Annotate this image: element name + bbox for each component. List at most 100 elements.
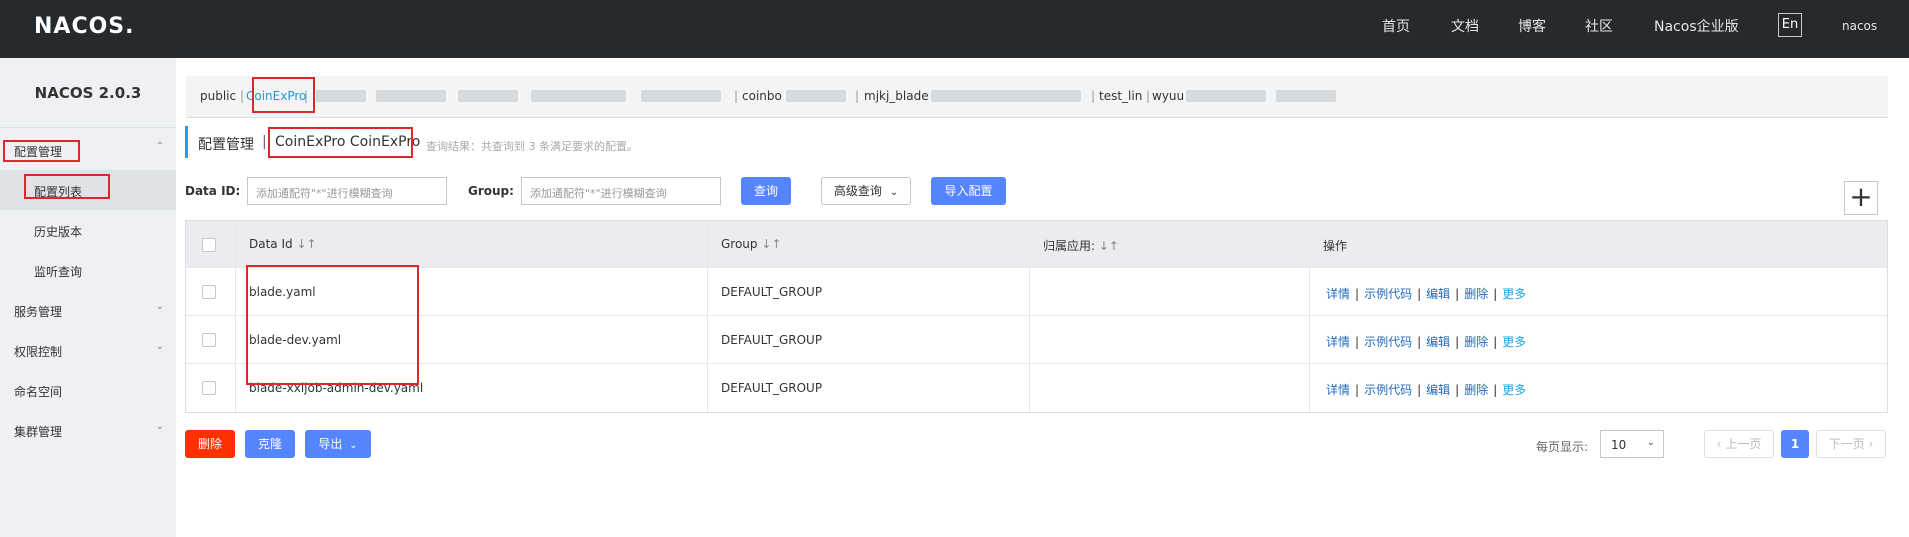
sidebar-item-label: 命名空间 — [14, 385, 63, 399]
sidebar-item-label: 集群管理 — [14, 425, 63, 439]
namespace-separator: | — [240, 89, 245, 103]
group-label: Group: — [468, 184, 514, 198]
detail-link[interactable]: 详情 — [1326, 335, 1350, 349]
sort-icon[interactable]: ↓↑ — [1099, 239, 1119, 253]
edit-link[interactable]: 编辑 — [1426, 383, 1450, 397]
namespace-mjkj-blade[interactable]: mjkj_blade — [864, 89, 929, 103]
edit-link[interactable]: 编辑 — [1426, 335, 1450, 349]
delete-link[interactable]: 删除 — [1464, 287, 1488, 301]
sort-icon[interactable]: ↓↑ — [761, 237, 781, 251]
cell-data-id: blade-dev.yaml — [249, 333, 342, 347]
chevron-down-icon: ⌄ — [889, 187, 899, 198]
namespace-coinexpro[interactable]: CoinExPro — [246, 89, 306, 103]
header-label: Data Id — [249, 237, 293, 251]
sidebar-item-service-management[interactable]: 服务管理 ⌄ — [0, 290, 176, 330]
sample-code-link[interactable]: 示例代码 — [1364, 335, 1412, 349]
select-all-checkbox[interactable] — [202, 238, 216, 252]
blurred-namespace[interactable] — [316, 90, 366, 102]
table-row: blade-dev.yaml DEFAULT_GROUP 详情 | 示例代码 | 编辑 |… — [186, 316, 1887, 364]
more-link[interactable]: 更多 — [1502, 287, 1526, 301]
namespace-separator: | — [734, 89, 739, 103]
add-config-button[interactable]: + — [1844, 181, 1878, 215]
import-config-button[interactable]: 导入配置 — [931, 177, 1006, 205]
blurred-namespace[interactable] — [786, 90, 846, 102]
sample-code-link[interactable]: 示例代码 — [1364, 287, 1412, 301]
page-title: 配置管理 — [198, 137, 254, 153]
blurred-namespace[interactable] — [931, 90, 1081, 102]
group-input[interactable]: 添加通配符"*"进行模糊查询 — [521, 177, 721, 205]
sidebar-item-history[interactable]: 历史版本 — [0, 210, 176, 250]
namespace-bar: public | CoinExPro | | coinbo | mjkj_bla… — [186, 76, 1888, 118]
top-navbar: NACOS. 首页 文档 博客 社区 Nacos企业版 En nacos — [0, 0, 1909, 58]
row-checkbox[interactable] — [202, 381, 216, 395]
edit-link[interactable]: 编辑 — [1426, 287, 1450, 301]
export-label: 导出 — [318, 437, 343, 451]
sidebar-item-label: 服务管理 — [14, 305, 63, 319]
advanced-query-button[interactable]: 高级查询 ⌄ — [821, 177, 911, 205]
detail-link[interactable]: 详情 — [1326, 287, 1350, 301]
query-button[interactable]: 查询 — [741, 177, 791, 205]
sidebar-item-label: 监听查询 — [34, 265, 83, 279]
cell-data-id: blade.yaml — [249, 285, 316, 299]
blurred-namespace[interactable] — [641, 90, 721, 102]
nacos-logo[interactable]: NACOS. — [34, 14, 135, 39]
header-group[interactable]: Group ↓↑ — [721, 237, 781, 251]
config-table: Data Id ↓↑ Group ↓↑ 归属应用: ↓↑ 操作 blade.ya… — [185, 220, 1888, 413]
nav-enterprise[interactable]: Nacos企业版 — [1654, 16, 1739, 36]
namespace-coinbo[interactable]: coinbo — [742, 89, 782, 103]
sidebar-item-namespace[interactable]: 命名空间 — [0, 370, 176, 410]
sidebar-item-config-management[interactable]: 配置管理 ⌃ — [0, 130, 176, 170]
cell-data-id: blade-xxljob-admin-dev.yaml — [249, 381, 424, 395]
delete-link[interactable]: 删除 — [1464, 383, 1488, 397]
chevron-up-icon: ⌃ — [155, 141, 164, 152]
row-actions: 详情 | 示例代码 | 编辑 | 删除 | 更多 — [1326, 383, 1527, 397]
more-link[interactable]: 更多 — [1502, 335, 1526, 349]
nav-docs[interactable]: 文档 — [1451, 16, 1479, 36]
next-page-button[interactable]: 下一页 › — [1816, 430, 1886, 458]
chevron-down-icon: ⌄ — [1646, 437, 1655, 448]
sidebar-item-listener-query[interactable]: 监听查询 — [0, 250, 176, 290]
clone-button[interactable]: 克隆 — [245, 430, 295, 458]
sample-code-link[interactable]: 示例代码 — [1364, 383, 1412, 397]
batch-delete-button[interactable]: 删除 — [185, 430, 235, 458]
more-link[interactable]: 更多 — [1502, 383, 1526, 397]
row-checkbox[interactable] — [202, 285, 216, 299]
sidebar-item-access-control[interactable]: 权限控制 ⌄ — [0, 330, 176, 370]
version-label: NACOS 2.0.3 — [0, 58, 176, 128]
blurred-namespace[interactable] — [458, 90, 518, 102]
prev-page-button[interactable]: ‹ 上一页 — [1704, 430, 1774, 458]
nav-community[interactable]: 社区 — [1585, 16, 1613, 36]
title-separator: | — [262, 134, 267, 150]
title-accent — [185, 126, 188, 158]
sort-icon[interactable]: ↓↑ — [296, 237, 316, 251]
row-checkbox[interactable] — [202, 333, 216, 347]
header-app[interactable]: 归属应用: ↓↑ — [1043, 237, 1119, 254]
blurred-namespace[interactable] — [1186, 90, 1266, 102]
page-number-current[interactable]: 1 — [1781, 430, 1809, 458]
namespace-wyuu[interactable]: wyuu — [1152, 89, 1184, 103]
user-menu[interactable]: nacos — [1842, 19, 1877, 33]
namespace-test-lin[interactable]: test_lin — [1099, 89, 1142, 103]
blurred-namespace[interactable] — [376, 90, 446, 102]
delete-link[interactable]: 删除 — [1464, 335, 1488, 349]
namespace-public[interactable]: public — [200, 89, 236, 103]
nav-home[interactable]: 首页 — [1382, 16, 1410, 36]
table-row: blade.yaml DEFAULT_GROUP 详情 | 示例代码 | 编辑 | 删除 | 更… — [186, 268, 1887, 316]
blurred-namespace[interactable] — [1276, 90, 1336, 102]
chevron-right-icon: › — [1868, 437, 1874, 451]
nav-blog[interactable]: 博客 — [1518, 16, 1546, 36]
sidebar-item-config-list[interactable]: 配置列表 — [0, 170, 176, 210]
export-button[interactable]: 导出 ⌄ — [305, 430, 371, 458]
header-label: Group — [721, 237, 758, 251]
per-page-select[interactable]: 10 ⌄ — [1600, 430, 1664, 458]
data-id-input[interactable]: 添加通配符"*"进行模糊查询 — [247, 177, 447, 205]
table-header-row: Data Id ↓↑ Group ↓↑ 归属应用: ↓↑ 操作 — [186, 221, 1887, 268]
language-toggle[interactable]: En — [1778, 13, 1802, 37]
header-data-id[interactable]: Data Id ↓↑ — [249, 237, 317, 251]
blurred-namespace[interactable] — [531, 90, 626, 102]
row-actions: 详情 | 示例代码 | 编辑 | 删除 | 更多 — [1326, 335, 1527, 349]
chevron-down-icon: ⌄ — [349, 440, 358, 451]
detail-link[interactable]: 详情 — [1326, 383, 1350, 397]
sidebar-item-label: 历史版本 — [34, 225, 83, 239]
sidebar-item-cluster-management[interactable]: 集群管理 ⌄ — [0, 410, 176, 450]
